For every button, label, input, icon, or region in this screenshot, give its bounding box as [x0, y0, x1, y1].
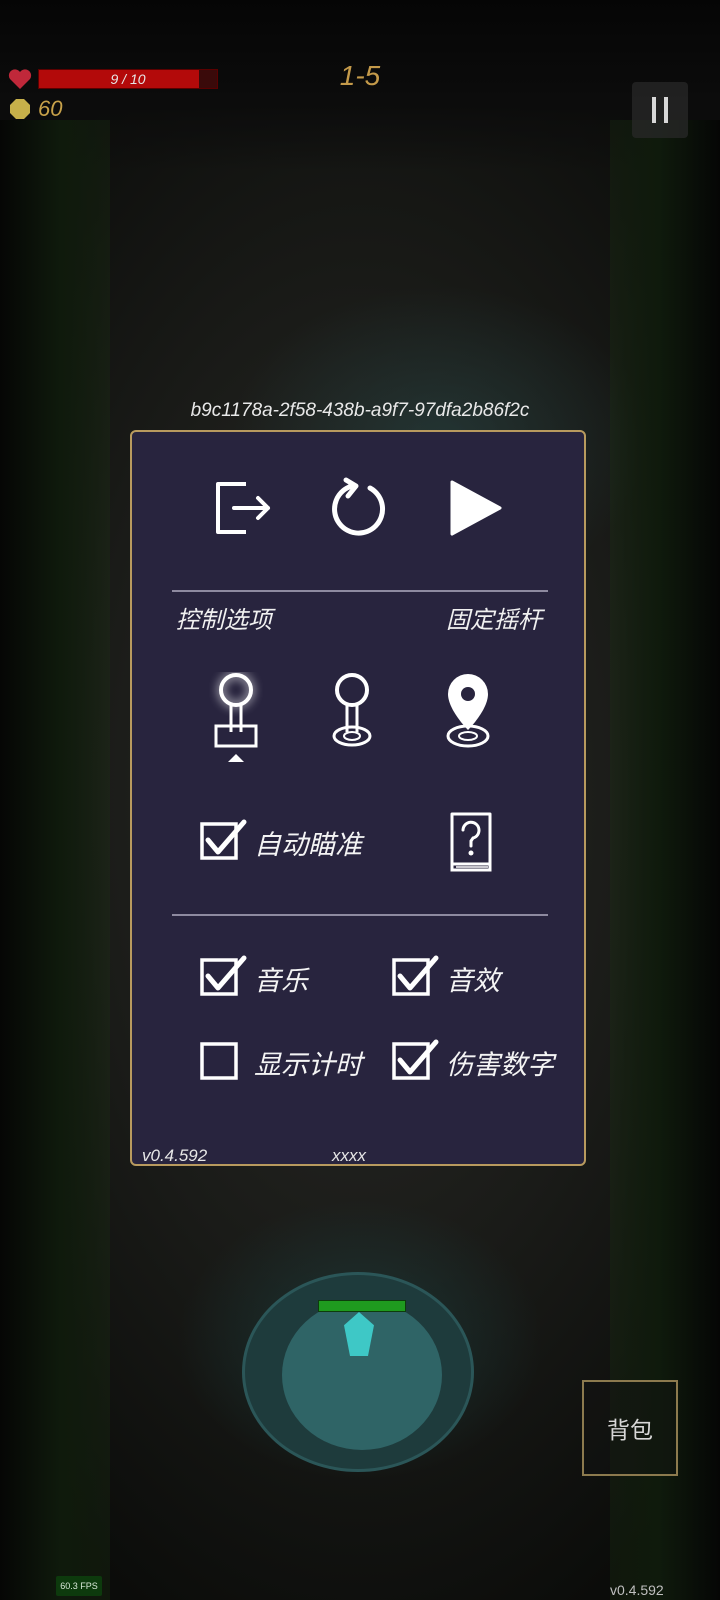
help-book-icon	[450, 812, 492, 872]
checkbox-icon	[200, 954, 248, 1003]
checkbox-icon	[200, 818, 248, 867]
divider-bottom	[172, 914, 548, 916]
pause-button[interactable]	[632, 82, 688, 138]
restart-button[interactable]	[326, 476, 390, 540]
footer-text: xxxx	[332, 1146, 366, 1165]
corner-version: v0.4.592	[610, 1582, 664, 1598]
damage-numbers-label: 伤害数字	[446, 1050, 554, 1080]
exit-button[interactable]	[212, 476, 276, 540]
floating-joystick-icon	[332, 673, 372, 747]
joystick-option-floating[interactable]	[322, 672, 382, 758]
version-text: v0.4.592	[142, 1146, 208, 1165]
pause-icon	[652, 97, 668, 123]
restart-icon	[332, 477, 385, 536]
position-pin-icon	[446, 674, 490, 748]
level-indicator: 1-5	[339, 60, 381, 91]
checkbox-icon	[392, 954, 440, 1003]
play-icon	[450, 480, 502, 536]
help-button[interactable]	[444, 810, 498, 874]
auto-aim-toggle[interactable]: 自动瞄准	[200, 818, 362, 867]
sound-effects-label: 音效	[446, 966, 500, 996]
show-timer-label: 显示计时	[254, 1050, 362, 1080]
music-toggle[interactable]: 音乐	[200, 954, 308, 1003]
seed-text: b9c1178a-2f58-438b-a9f7-97dfa2b86f2c	[190, 400, 530, 421]
coin-icon	[10, 99, 30, 119]
checkbox-icon	[200, 1038, 248, 1087]
exit-icon	[216, 482, 270, 534]
right-foliage	[610, 120, 720, 1600]
music-label: 音乐	[254, 966, 308, 996]
left-foliage	[0, 120, 110, 1600]
checkbox-icon	[392, 1038, 440, 1087]
sound-effects-toggle[interactable]: 音效	[392, 954, 500, 1003]
control-options-label: 控制选项	[176, 607, 272, 634]
inventory-button[interactable]: 背包	[582, 1380, 678, 1476]
joystick-mode-label: 固定摇杆	[446, 607, 542, 634]
divider-top	[172, 590, 548, 592]
joystick-option-fixed[interactable]	[206, 672, 266, 768]
inventory-label: 背包	[607, 1417, 653, 1443]
fps-counter: 60.3 FPS	[56, 1576, 102, 1596]
show-timer-toggle[interactable]: 显示计时	[200, 1038, 362, 1087]
joystick-option-pin[interactable]	[438, 672, 498, 758]
settings-panel: 控制选项 固定摇杆 自动瞄准 音乐 音效 显示计时 伤害数字 v0.4.592 …	[130, 430, 586, 1166]
gold-amount: 60	[38, 96, 63, 121]
resume-button[interactable]	[442, 476, 506, 540]
gold-display: 60	[10, 96, 62, 122]
damage-numbers-toggle[interactable]: 伤害数字	[392, 1038, 554, 1087]
auto-aim-label: 自动瞄准	[254, 830, 362, 860]
player-hp-bar	[318, 1300, 406, 1312]
fixed-joystick-icon	[214, 673, 258, 762]
